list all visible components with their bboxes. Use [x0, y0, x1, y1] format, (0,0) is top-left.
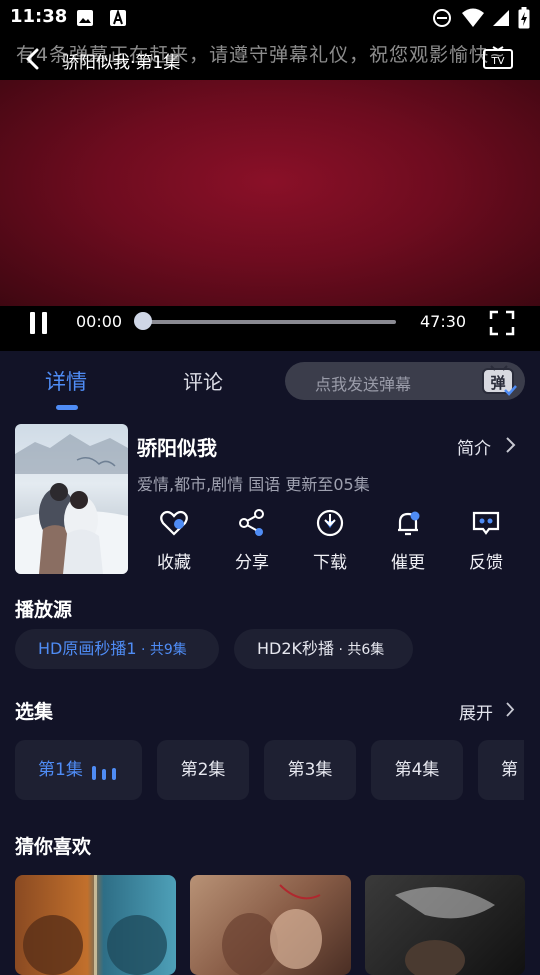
download-button[interactable]: 下载 — [300, 508, 360, 573]
favorite-button[interactable]: 收藏 — [144, 508, 204, 573]
episode-4[interactable]: 第4集 — [371, 740, 463, 800]
recommend-card-1[interactable] — [15, 875, 176, 975]
episodes-title: 选集 — [15, 701, 54, 723]
player-controls: 00:00 47:30 — [0, 306, 540, 351]
fullscreen-icon[interactable] — [488, 309, 516, 337]
total-time: 47:30 — [420, 312, 467, 331]
download-label: 下载 — [313, 553, 347, 573]
recommend-poster-2 — [222, 884, 322, 975]
tv-cast-icon[interactable]: TV — [482, 46, 514, 72]
episode-4-label: 第4集 — [394, 760, 440, 780]
source-hd2k[interactable]: HD2K秒播 · 共6集 — [234, 629, 413, 669]
source-hd2k-count: · 共6集 — [334, 642, 385, 658]
episode-1[interactable]: 第1集 — [15, 740, 142, 800]
battery-charging-icon — [518, 7, 530, 29]
sources-title: 播放源 — [15, 599, 73, 621]
tab-comment[interactable]: 评论 — [183, 366, 223, 395]
share-icon — [239, 509, 264, 536]
expand-link[interactable]: 展开 — [459, 699, 493, 724]
source-hd2k-name: HD2K秒播 — [257, 639, 335, 658]
show-poster[interactable] — [15, 424, 128, 574]
playing-bars-icon — [92, 766, 116, 780]
favorite-label: 收藏 — [157, 553, 191, 573]
feedback-label: 反馈 — [469, 553, 503, 573]
tab-detail[interactable]: 详情 — [45, 366, 87, 396]
download-icon — [316, 509, 344, 537]
current-time: 00:00 — [76, 312, 123, 331]
episode-5-label: 第5 — [501, 760, 518, 780]
back-icon[interactable] — [22, 48, 44, 70]
episode-2-label: 第2集 — [180, 760, 226, 780]
share-label: 分享 — [235, 553, 269, 573]
source-hd1-name: HD原画秒播1 — [38, 639, 137, 658]
share-button[interactable]: 分享 — [222, 508, 282, 573]
intro-link[interactable]: 简介 — [457, 434, 491, 459]
heart-icon — [160, 510, 188, 536]
signal-icon — [493, 10, 509, 26]
recommend-card-3[interactable] — [365, 875, 525, 975]
recommend-poster-3 — [395, 887, 495, 975]
pause-icon[interactable] — [26, 310, 52, 336]
danmaku-button-glyph: 弹 — [490, 374, 505, 392]
svg-text:TV: TV — [491, 56, 505, 67]
progress-thumb[interactable] — [134, 312, 152, 330]
episode-3-label: 第3集 — [287, 760, 333, 780]
do-not-disturb-icon — [433, 9, 451, 27]
episode-5[interactable]: 第5 — [478, 740, 524, 800]
font-a-icon — [110, 9, 126, 26]
feedback-icon — [472, 511, 500, 535]
episode-3[interactable]: 第3集 — [264, 740, 356, 800]
chevron-right-icon[interactable] — [505, 702, 515, 717]
image-icon — [77, 10, 93, 26]
recommend-card-2[interactable] — [190, 875, 351, 975]
urge-update-label: 催更 — [391, 553, 425, 573]
danmaku-send-icon[interactable]: 弹 — [480, 364, 518, 398]
source-hd1[interactable]: HD原画秒播1 · 共9集 — [15, 629, 219, 669]
show-meta: 爱情,都市,剧情 国语 更新至05集 — [137, 475, 370, 494]
status-time: 11:38 — [10, 6, 68, 27]
chevron-right-icon[interactable] — [504, 436, 516, 454]
feedback-button[interactable]: 反馈 — [456, 508, 516, 573]
urge-update-button[interactable]: 催更 — [378, 508, 438, 573]
show-title: 骄阳似我 — [137, 436, 217, 460]
video-player[interactable]: 有4条弹幕正在赶来，请遵守弹幕礼仪，祝您观影愉快~ 骄阳似我·第1集 TV 00… — [0, 36, 540, 351]
status-bar: 11:38 — [0, 0, 540, 36]
video-frame[interactable] — [0, 80, 540, 306]
danmaku-placeholder: 点我发送弹幕 — [315, 375, 412, 394]
recommend-poster-1 — [23, 875, 167, 975]
video-title: 骄阳似我·第1集 — [62, 53, 181, 73]
tab-indicator — [56, 405, 78, 410]
episode-2[interactable]: 第2集 — [157, 740, 249, 800]
progress-track[interactable] — [144, 320, 396, 324]
source-hd1-count: · 共9集 — [136, 642, 187, 658]
bell-icon — [398, 511, 420, 536]
wifi-icon — [462, 8, 484, 27]
episode-1-label: 第1集 — [38, 760, 83, 780]
recommend-title: 猜你喜欢 — [15, 836, 92, 858]
